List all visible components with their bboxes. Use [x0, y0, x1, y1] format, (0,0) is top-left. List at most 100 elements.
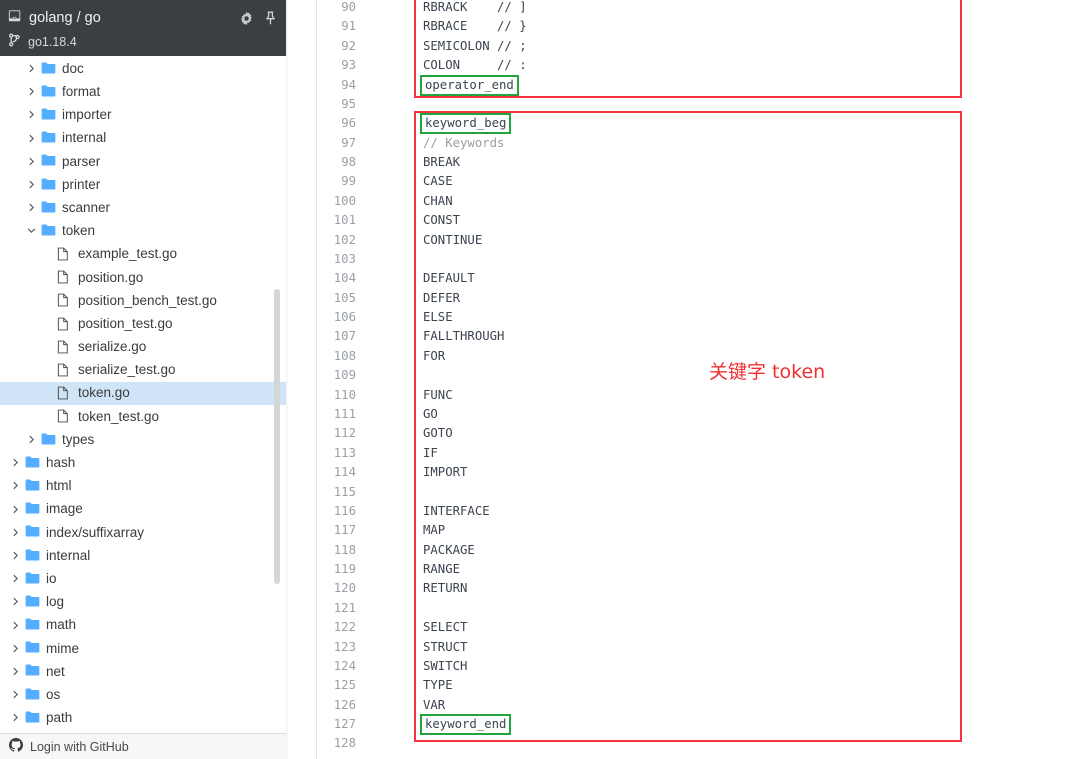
- code-viewer[interactable]: 90 RBRACK // ] 91 RBRACE // } 92 SEMICOLON //…: [317, 0, 1080, 759]
- line-number: 123: [333, 639, 356, 654]
- tree-item-label: html: [46, 478, 72, 494]
- chevron-right-icon[interactable]: [10, 712, 21, 723]
- tree-item-internal[interactable]: internal: [0, 127, 286, 150]
- tree-item-importer[interactable]: importer: [0, 103, 286, 126]
- code-text: FUNC: [423, 387, 453, 402]
- line-number: 124: [333, 658, 356, 673]
- tree-item-serialize-go[interactable]: serialize.go: [0, 335, 286, 358]
- tree-item-hash[interactable]: hash: [0, 451, 286, 474]
- tree-item-math[interactable]: math: [0, 614, 286, 637]
- token-marker-highlight: keyword_beg: [420, 113, 512, 135]
- code-text: FALLTHROUGH: [423, 329, 505, 344]
- line-number: 127: [333, 717, 356, 732]
- tree-item-doc[interactable]: doc: [0, 57, 286, 80]
- code-text: TYPE: [423, 678, 453, 693]
- token-marker-highlight: operator_end: [420, 74, 519, 96]
- chevron-right-icon[interactable]: [10, 666, 21, 677]
- tree-item-internal[interactable]: internal: [0, 544, 286, 567]
- chevron-right-icon[interactable]: [26, 109, 37, 120]
- tree-item-scanner[interactable]: scanner: [0, 196, 286, 219]
- code-line: 114 IMPORT: [317, 463, 1080, 482]
- chevron-right-icon[interactable]: [10, 457, 21, 468]
- branch-icon: [8, 33, 21, 50]
- chevron-right-icon[interactable]: [10, 643, 21, 654]
- repository-row[interactable]: golang / go: [8, 9, 101, 27]
- tree-item-position-bench-test-go[interactable]: position_bench_test.go: [0, 289, 286, 312]
- tree-item-example-test-go[interactable]: example_test.go: [0, 243, 286, 266]
- pin-icon[interactable]: [264, 11, 277, 26]
- header-icon-group: [239, 11, 277, 26]
- code-line: 119 RANGE: [317, 560, 1080, 579]
- tree-item-net[interactable]: net: [0, 660, 286, 683]
- chevron-right-icon[interactable]: [26, 179, 37, 190]
- gear-icon[interactable]: [239, 11, 254, 26]
- code-line: 102 CONTINUE: [317, 231, 1080, 250]
- code-line: 100 CHAN: [317, 192, 1080, 211]
- tree-item-label: mime: [46, 640, 79, 656]
- repository-name: golang / go: [29, 10, 101, 26]
- tree-item-html[interactable]: html: [0, 474, 286, 497]
- chevron-right-icon[interactable]: [10, 620, 21, 631]
- chevron-right-icon[interactable]: [26, 133, 37, 144]
- tree-item-io[interactable]: io: [0, 567, 286, 590]
- tree-item-log[interactable]: log: [0, 590, 286, 613]
- file-tree[interactable]: doc format importer internal parser printer sc…: [0, 57, 286, 733]
- tree-item-os[interactable]: os: [0, 683, 286, 706]
- line-number: 104: [333, 271, 356, 286]
- code-line: 98 BREAK: [317, 153, 1080, 172]
- code-text: GO: [423, 406, 438, 421]
- tree-item-token-go[interactable]: token.go: [0, 381, 286, 405]
- file-icon: [57, 317, 72, 331]
- chevron-right-icon[interactable]: [10, 527, 21, 538]
- line-number: 120: [333, 581, 356, 596]
- file-explorer-sidebar: golang / go go1.18.4 doc format importer…: [0, 0, 286, 759]
- line-number: 118: [333, 542, 356, 557]
- tree-item-label: format: [62, 84, 101, 100]
- tree-item-image[interactable]: image: [0, 498, 286, 521]
- chevron-right-icon[interactable]: [10, 689, 21, 700]
- chevron-right-icon[interactable]: [10, 550, 21, 561]
- file-icon: [57, 340, 72, 354]
- chevron-right-icon[interactable]: [10, 596, 21, 607]
- tree-item-label: types: [62, 431, 95, 447]
- line-number: 93: [341, 58, 356, 73]
- chevron-right-icon[interactable]: [26, 156, 37, 167]
- chevron-right-icon[interactable]: [26, 63, 37, 74]
- chevron-right-icon[interactable]: [10, 504, 21, 515]
- chevron-right-icon[interactable]: [10, 573, 21, 584]
- tree-item-position-go[interactable]: position.go: [0, 266, 286, 289]
- file-icon: [57, 247, 72, 261]
- chevron-right-icon[interactable]: [26, 202, 37, 213]
- chevron-right-icon[interactable]: [26, 434, 37, 445]
- chevron-right-icon[interactable]: [26, 86, 37, 97]
- folder-icon: [41, 433, 56, 447]
- chevron-down-icon[interactable]: [26, 225, 37, 236]
- code-text: RANGE: [423, 562, 461, 577]
- tree-item-token[interactable]: token: [0, 219, 286, 242]
- tree-item-index-suffixarray[interactable]: index/suffixarray: [0, 521, 286, 544]
- chevron-right-icon[interactable]: [10, 480, 21, 491]
- code-text: BREAK: [423, 155, 461, 170]
- sidebar-scrollbar-thumb[interactable]: [274, 289, 280, 584]
- tree-item-parser[interactable]: parser: [0, 150, 286, 173]
- tree-item-serialize-test-go[interactable]: serialize_test.go: [0, 358, 286, 381]
- tree-item-mime[interactable]: mime: [0, 637, 286, 660]
- login-with-github-button[interactable]: Login with GitHub: [0, 733, 286, 759]
- tree-item-label: token_test.go: [78, 408, 160, 424]
- code-text: SEMICOLON // ;: [423, 38, 527, 53]
- line-number: 107: [333, 329, 356, 344]
- branch-row[interactable]: go1.18.4: [8, 33, 77, 50]
- file-icon: [57, 409, 72, 423]
- sidebar-scrollbar-track[interactable]: [274, 57, 283, 733]
- tree-item-path[interactable]: path: [0, 706, 286, 729]
- repository-icon: [8, 9, 22, 27]
- tree-item-format[interactable]: format: [0, 80, 286, 103]
- tree-item-position-test-go[interactable]: position_test.go: [0, 312, 286, 335]
- line-number: 119: [333, 562, 356, 577]
- line-number: 100: [333, 193, 356, 208]
- tree-item-printer[interactable]: printer: [0, 173, 286, 196]
- folder-icon: [41, 224, 56, 238]
- tree-item-types[interactable]: types: [0, 428, 286, 451]
- tree-item-token-test-go[interactable]: token_test.go: [0, 405, 286, 428]
